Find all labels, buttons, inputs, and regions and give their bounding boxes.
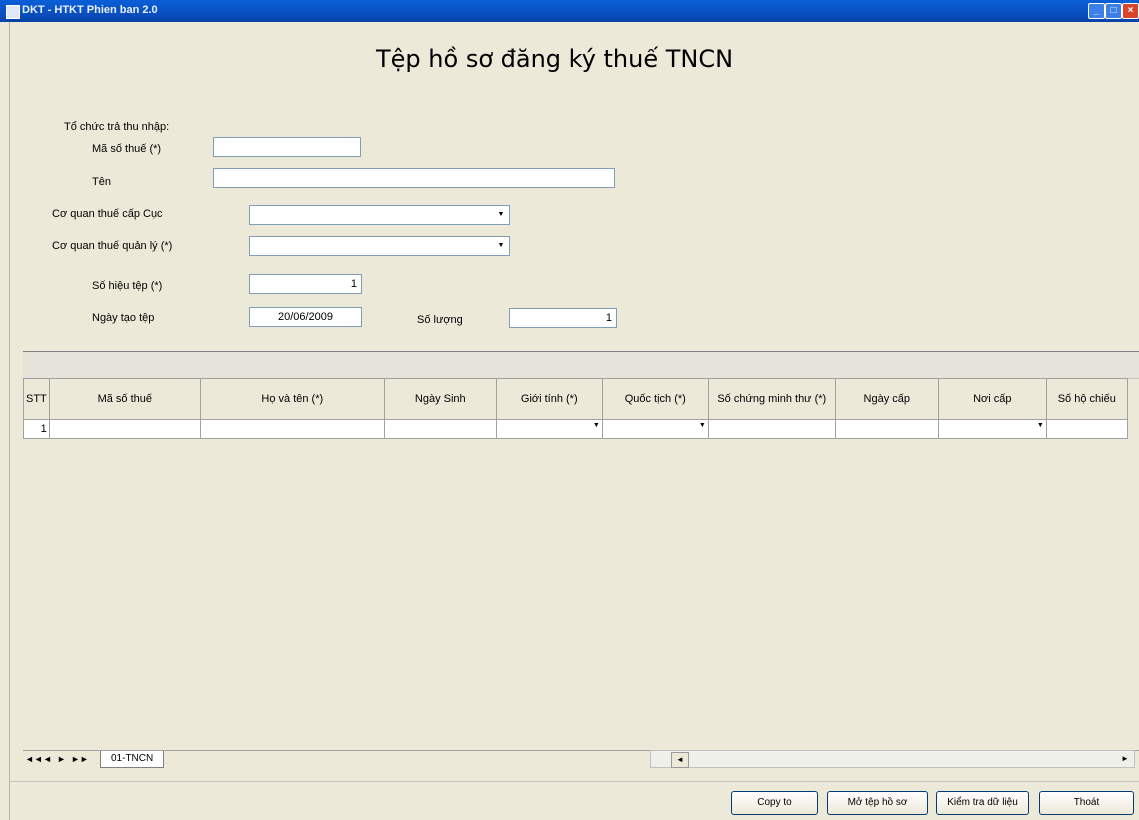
grid-header-band: [23, 351, 1139, 379]
cell-issue-place[interactable]: ▼: [937, 419, 1047, 439]
col-header-stt: STT: [23, 378, 50, 420]
col-header-nationality: Quốc tịch (*): [601, 378, 709, 420]
file-no-input[interactable]: 1: [249, 274, 362, 294]
tab-01-tncn[interactable]: 01-TNCN: [100, 751, 165, 768]
scroll-right-icon[interactable]: ►: [1118, 752, 1132, 766]
date-input[interactable]: 20/06/2009: [249, 307, 362, 327]
tax-code-label: Mã số thuế (*): [92, 143, 162, 155]
divider: [9, 781, 1139, 782]
cell-birth-date[interactable]: [383, 419, 497, 439]
cell-passport[interactable]: [1045, 419, 1128, 439]
mgr-select[interactable]: ▼: [249, 236, 510, 256]
cell-issue-date[interactable]: [834, 419, 939, 439]
cell-stt: 1: [23, 419, 50, 439]
col-header-id-number: Số chứng minh thư (*): [707, 378, 836, 420]
cell-gender[interactable]: ▼: [495, 419, 603, 439]
col-header-passport: Số hộ chiếu: [1045, 378, 1128, 420]
chevron-down-icon[interactable]: ▼: [593, 422, 600, 429]
cell-nationality[interactable]: ▼: [601, 419, 709, 439]
qty-input[interactable]: 1: [509, 308, 617, 328]
window-title: DKT - HTKT Phien ban 2.0: [22, 4, 158, 16]
window-frame-left: [0, 22, 10, 820]
name-input[interactable]: [213, 168, 615, 188]
exit-button[interactable]: Thoát: [1039, 791, 1134, 815]
cell-full-name[interactable]: [199, 419, 385, 439]
qty-label: Số lượng: [417, 314, 463, 326]
col-header-issue-date: Ngày cấp: [834, 378, 939, 420]
minimize-button[interactable]: _: [1088, 3, 1105, 19]
chevron-down-icon: ▼: [497, 211, 505, 218]
cell-tax-code[interactable]: [48, 419, 201, 439]
cell-id-number[interactable]: [707, 419, 836, 439]
next-sheet-icon[interactable]: ►: [57, 754, 66, 764]
app-icon: [6, 5, 20, 19]
close-button[interactable]: ×: [1122, 3, 1139, 19]
chevron-down-icon[interactable]: ▼: [699, 422, 706, 429]
col-header-full-name: Họ và tên (*): [199, 378, 385, 420]
page-title: Tệp hồ sơ đăng ký thuế TNCN: [376, 45, 734, 73]
dept-label: Cơ quan thuế cấp Cục: [52, 208, 163, 220]
date-label: Ngày tạo tệp: [92, 312, 155, 324]
chevron-down-icon: ▼: [497, 242, 505, 249]
col-header-birth-date: Ngày Sinh: [383, 378, 497, 420]
org-label: Tổ chức trả thu nhập:: [64, 121, 170, 133]
mgr-label: Cơ quan thuế quản lý (*): [52, 240, 173, 252]
copy-to-button[interactable]: Copy to: [731, 791, 818, 815]
open-file-button[interactable]: Mở tệp hồ sơ: [827, 791, 928, 815]
tax-code-input[interactable]: [213, 137, 361, 157]
horizontal-scrollbar[interactable]: ◄ ►: [650, 750, 1135, 768]
maximize-button[interactable]: □: [1105, 3, 1122, 19]
col-header-tax-code: Mã số thuế: [48, 378, 201, 420]
file-no-label: Số hiệu tệp (*): [92, 280, 163, 292]
title-bar: DKT - HTKT Phien ban 2.0 _ □ ×: [0, 0, 1139, 22]
scroll-left-icon[interactable]: ◄: [671, 752, 689, 768]
table-row: 1 ▼ ▼ ▼: [23, 419, 1128, 439]
col-header-gender: Giới tính (*): [495, 378, 603, 420]
records-grid: STT Mã số thuế Họ và tên (*) Ngày Sinh G…: [23, 378, 1128, 439]
first-sheet-icon[interactable]: ◄◄: [25, 754, 43, 764]
chevron-down-icon[interactable]: ▼: [1037, 422, 1044, 429]
dept-select[interactable]: ▼: [249, 205, 510, 225]
prev-sheet-icon[interactable]: ◄: [43, 754, 52, 764]
name-label: Tên: [92, 176, 111, 188]
check-data-button[interactable]: Kiểm tra dữ liệu: [936, 791, 1029, 815]
col-header-issue-place: Nơi cấp: [937, 378, 1047, 420]
last-sheet-icon[interactable]: ►►: [71, 754, 89, 764]
